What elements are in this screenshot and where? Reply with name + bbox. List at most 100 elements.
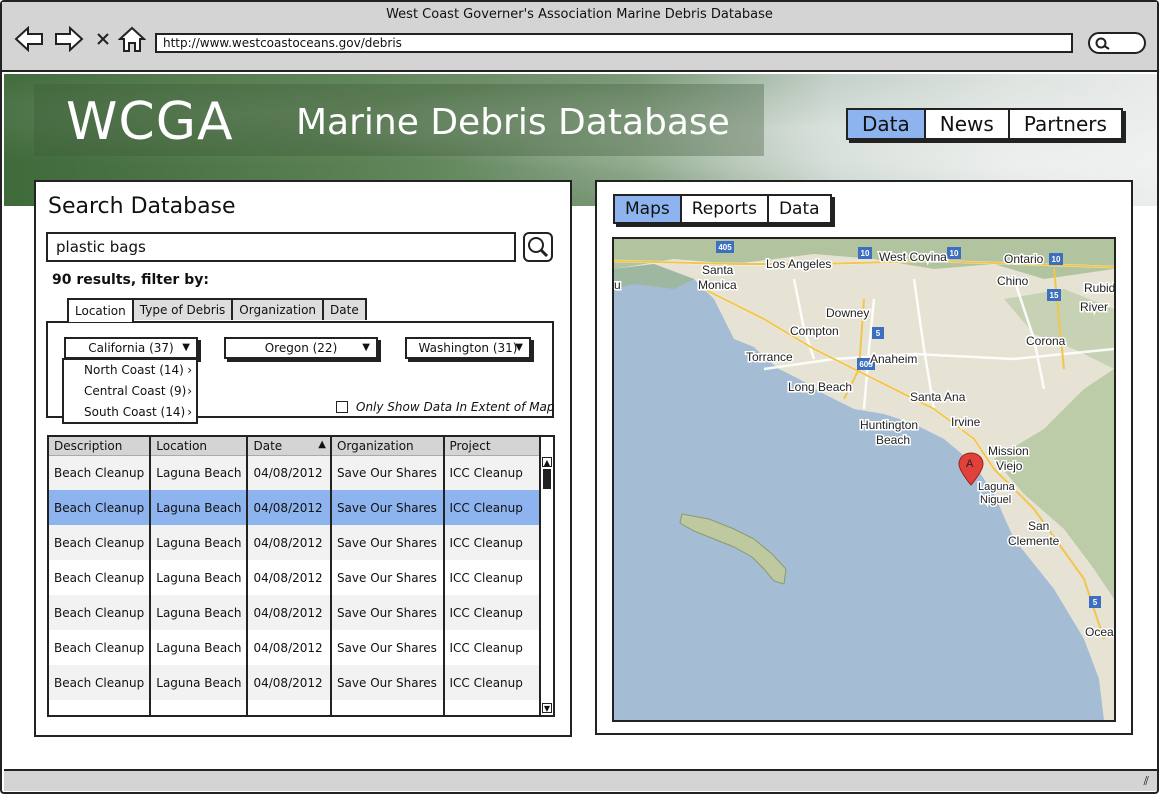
svg-text:Los Angeles: Los Angeles (766, 257, 831, 271)
oregon-select-label: Oregon (22) (264, 341, 338, 355)
svg-text:Santa Ana: Santa Ana (910, 390, 966, 404)
tab-organization[interactable]: Organization (231, 298, 325, 320)
svg-text:Niguel: Niguel (980, 494, 1011, 506)
cell-organization: Save Our Shares (330, 560, 445, 595)
cell-organization: Save Our Shares (330, 525, 445, 560)
table-row[interactable]: Beach Cleanup Laguna Beach 04/08/2012 Sa… (49, 665, 541, 700)
svg-text:Beach: Beach (876, 433, 910, 447)
dropdown-item-south-coast[interactable]: South Coast (14) › (64, 402, 196, 423)
resize-grip-icon[interactable]: ⫽ (1144, 774, 1149, 789)
table-row[interactable]: Beach Cleanup Laguna Beach 04/08/2012 Sa… (49, 630, 541, 665)
results-panel: Maps Reports Data 405 10 10 10 15 5 605 … (595, 180, 1133, 735)
back-arrow-icon[interactable] (14, 24, 44, 54)
svg-text:Ocea: Ocea (1085, 625, 1114, 639)
table-row-empty (49, 700, 541, 715)
dropdown-item-north-coast[interactable]: North Coast (14) › (64, 360, 196, 381)
filter-tabs: Location Type of Debris Organization Dat… (67, 298, 367, 322)
nav-news[interactable]: News (925, 110, 1010, 138)
results-table: Description Location Date ▲ Organization … (47, 435, 555, 717)
cell-location: Laguna Beach (150, 630, 249, 665)
svg-text:405: 405 (718, 243, 732, 252)
browser-titlebar: West Coast Governer's Association Marine… (2, 2, 1157, 72)
oregon-select[interactable]: Oregon (22) ▼ (224, 337, 378, 359)
tab-type-of-debris[interactable]: Type of Debris (131, 298, 234, 320)
svg-text:Rubid: Rubid (1084, 281, 1114, 295)
search-button[interactable] (523, 232, 553, 262)
tab-data[interactable]: Data (769, 196, 830, 222)
column-header-project[interactable]: Project (443, 437, 541, 456)
scroll-up-icon[interactable]: ▲ (542, 457, 552, 467)
tab-maps[interactable]: Maps (615, 196, 682, 222)
svg-text:5: 5 (1093, 598, 1098, 607)
chevron-right-icon: › (187, 363, 192, 377)
cell-organization: Save Our Shares (330, 490, 445, 525)
svg-text:Chino: Chino (997, 274, 1029, 288)
tab-location[interactable]: Location (67, 298, 134, 322)
table-row[interactable]: Beach Cleanup Laguna Beach 04/08/2012 Sa… (49, 455, 541, 490)
california-select[interactable]: California (37) ▼ (64, 337, 198, 359)
table-scrollbar[interactable]: ▲ ▼ (539, 455, 553, 715)
svg-text:Corona: Corona (1026, 334, 1066, 348)
nav-partners[interactable]: Partners (1009, 110, 1121, 138)
cell-location: Laguna Beach (150, 525, 249, 560)
svg-text:Compton: Compton (790, 324, 839, 338)
svg-text:Viejo: Viejo (996, 459, 1023, 473)
search-input[interactable]: plastic bags (46, 232, 516, 262)
search-icon (528, 237, 549, 258)
cell-project: ICC Cleanup (443, 455, 541, 490)
svg-text:15: 15 (1050, 291, 1059, 300)
forward-arrow-icon[interactable] (54, 24, 84, 54)
svg-text:Long Beach: Long Beach (788, 380, 852, 394)
cell-description: Beach Cleanup (49, 560, 152, 595)
url-field[interactable]: http://www.westcoastoceans.gov/debris (155, 33, 1073, 53)
washington-select[interactable]: Washington (31) ▼ (405, 337, 531, 359)
column-header-date[interactable]: Date ▲ (247, 437, 332, 456)
svg-text:Torrance: Torrance (746, 350, 793, 364)
svg-text:10: 10 (950, 249, 959, 258)
cell-organization: Save Our Shares (330, 455, 445, 490)
dropdown-item-label: North Coast (14) (84, 363, 184, 377)
scroll-thumb[interactable] (543, 469, 551, 489)
cell-description: Beach Cleanup (49, 455, 152, 490)
svg-text:Clemente: Clemente (1008, 534, 1060, 548)
table-row[interactable]: Beach Cleanup Laguna Beach 04/08/2012 Sa… (49, 525, 541, 560)
column-header-organization[interactable]: Organization (330, 437, 445, 456)
stop-icon[interactable] (88, 24, 118, 54)
column-header-location[interactable]: Location (150, 437, 249, 456)
chevron-right-icon: › (187, 405, 192, 419)
scroll-down-icon[interactable]: ▼ (542, 703, 552, 713)
cell-organization: Save Our Shares (330, 630, 445, 665)
tab-date[interactable]: Date (322, 298, 367, 320)
cell-location: Laguna Beach (150, 595, 249, 630)
column-header-description[interactable]: Description (49, 437, 152, 456)
dropdown-item-label: Central Coast (9) (84, 384, 187, 398)
search-icon (1095, 37, 1110, 50)
cell-project: ICC Cleanup (443, 630, 541, 665)
results-map[interactable]: 405 10 10 10 15 5 605 5 Santa Monica Los … (612, 237, 1116, 722)
home-icon[interactable] (117, 24, 147, 54)
nav-data[interactable]: Data (848, 110, 926, 138)
window-title: West Coast Governer's Association Marine… (386, 7, 773, 22)
cell-date: 04/08/2012 (247, 490, 332, 525)
site-logo[interactable]: WCGA (66, 92, 234, 152)
svg-text:Monica: Monica (698, 278, 737, 292)
dropdown-item-central-coast[interactable]: Central Coast (9) › (64, 381, 196, 402)
cell-date: 04/08/2012 (247, 665, 332, 700)
chevron-right-icon: › (187, 384, 192, 398)
svg-text:10: 10 (861, 249, 870, 258)
browser-search-field[interactable] (1088, 32, 1146, 54)
map-extent-checkbox[interactable] (336, 401, 348, 413)
tab-reports[interactable]: Reports (682, 196, 769, 222)
table-header: Description Location Date ▲ Organization … (49, 437, 541, 456)
cell-date: 04/08/2012 (247, 525, 332, 560)
cell-date: 04/08/2012 (247, 455, 332, 490)
chevron-down-icon: ▼ (182, 342, 190, 353)
view-tabs: Maps Reports Data (613, 194, 832, 224)
sort-ascending-icon: ▲ (318, 439, 326, 450)
table-row[interactable]: Beach Cleanup Laguna Beach 04/08/2012 Sa… (49, 560, 541, 595)
table-row-selected[interactable]: Beach Cleanup Laguna Beach 04/08/2012 Sa… (49, 490, 541, 525)
svg-text:Laguna: Laguna (978, 481, 1016, 493)
cell-project: ICC Cleanup (443, 560, 541, 595)
svg-text:Irvine: Irvine (951, 415, 981, 429)
table-row[interactable]: Beach Cleanup Laguna Beach 04/08/2012 Sa… (49, 595, 541, 630)
